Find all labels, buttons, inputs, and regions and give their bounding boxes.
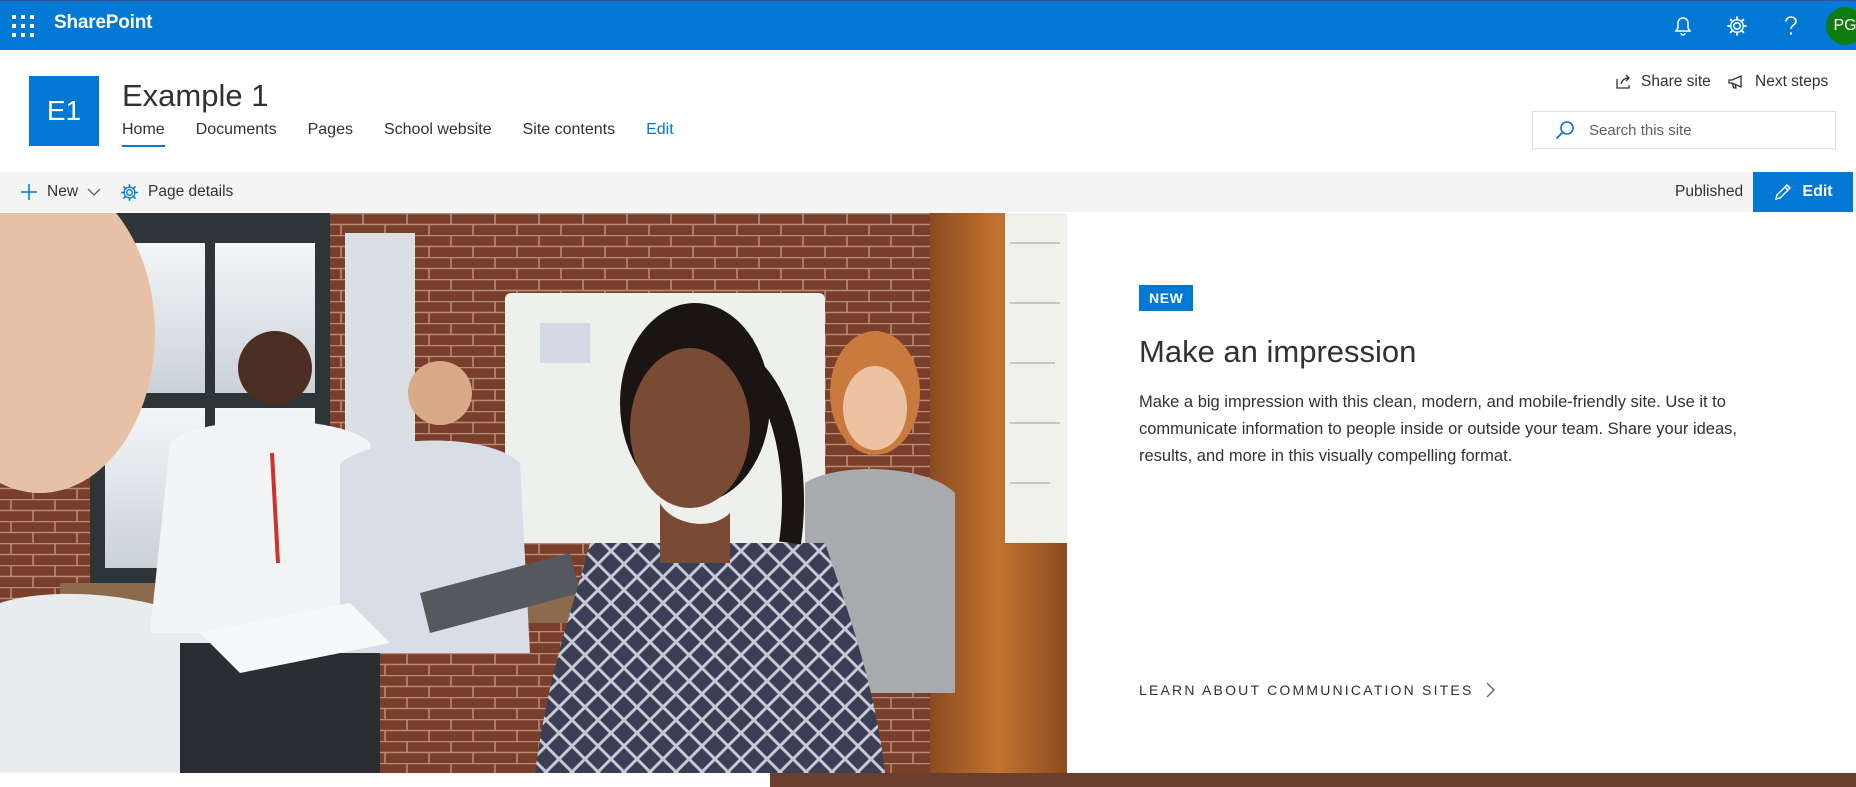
command-bar: New Page details Published bbox=[0, 172, 1856, 212]
nav-item-documents[interactable]: Documents bbox=[196, 121, 277, 147]
nav-item-home[interactable]: Home bbox=[122, 121, 165, 147]
next-steps-label: Next steps bbox=[1755, 73, 1829, 90]
edit-label: Edit bbox=[1802, 183, 1833, 200]
chevron-down-icon bbox=[87, 188, 101, 196]
site-title[interactable]: Example 1 bbox=[122, 78, 268, 114]
chevron-right-icon bbox=[1486, 682, 1495, 698]
nav-item-pages[interactable]: Pages bbox=[308, 121, 353, 147]
site-search-box[interactable] bbox=[1532, 111, 1836, 149]
brand-label[interactable]: SharePoint bbox=[54, 12, 153, 34]
plus-icon bbox=[21, 184, 37, 200]
site-navigation: Home Documents Pages School website Site… bbox=[122, 121, 705, 147]
hero-text-panel: NEW Make an impression Make a big impres… bbox=[1067, 213, 1856, 773]
new-badge: NEW bbox=[1139, 285, 1194, 311]
search-input[interactable] bbox=[1587, 120, 1831, 140]
next-steps-button[interactable]: Next steps bbox=[1727, 73, 1828, 91]
site-logo[interactable]: E1 bbox=[29, 76, 99, 146]
gear-icon[interactable] bbox=[1722, 11, 1752, 41]
gear-icon bbox=[120, 183, 139, 201]
next-section-area bbox=[0, 773, 770, 787]
help-icon[interactable] bbox=[1776, 11, 1806, 41]
share-site-button[interactable]: Share site bbox=[1615, 73, 1711, 91]
learn-about-link[interactable]: LEARN ABOUT COMMUNICATION SITES bbox=[1139, 682, 1495, 698]
share-site-label: Share site bbox=[1641, 73, 1711, 90]
nav-edit-link[interactable]: Edit bbox=[646, 121, 674, 147]
share-icon bbox=[1616, 74, 1630, 89]
hero-description: Make a big impression with this clean, m… bbox=[1139, 393, 1737, 465]
new-button[interactable]: New bbox=[20, 172, 101, 212]
publish-status: Published bbox=[1675, 183, 1744, 200]
edit-page-button[interactable]: Edit bbox=[1753, 172, 1853, 212]
app-launcher-waffle-icon[interactable] bbox=[8, 11, 38, 41]
page-details-button[interactable]: Page details bbox=[120, 172, 233, 212]
user-avatar[interactable]: PG bbox=[1826, 7, 1856, 45]
megaphone-icon bbox=[1728, 74, 1742, 89]
suite-bar: SharePoint PG bbox=[0, 0, 1856, 50]
search-icon bbox=[1556, 121, 1574, 139]
office-team-photo bbox=[0, 213, 1067, 773]
nav-item-school-website[interactable]: School website bbox=[384, 121, 492, 147]
new-label: New bbox=[47, 183, 79, 200]
hero-title: Make an impression bbox=[1139, 334, 1417, 369]
pencil-icon bbox=[1775, 183, 1792, 201]
next-section-image bbox=[770, 773, 1856, 787]
nav-item-site-contents[interactable]: Site contents bbox=[523, 121, 616, 147]
page-details-label: Page details bbox=[148, 183, 234, 200]
bell-icon[interactable] bbox=[1668, 11, 1698, 41]
learn-about-label: LEARN ABOUT COMMUNICATION SITES bbox=[1139, 682, 1474, 698]
hero-image[interactable] bbox=[0, 213, 1067, 773]
